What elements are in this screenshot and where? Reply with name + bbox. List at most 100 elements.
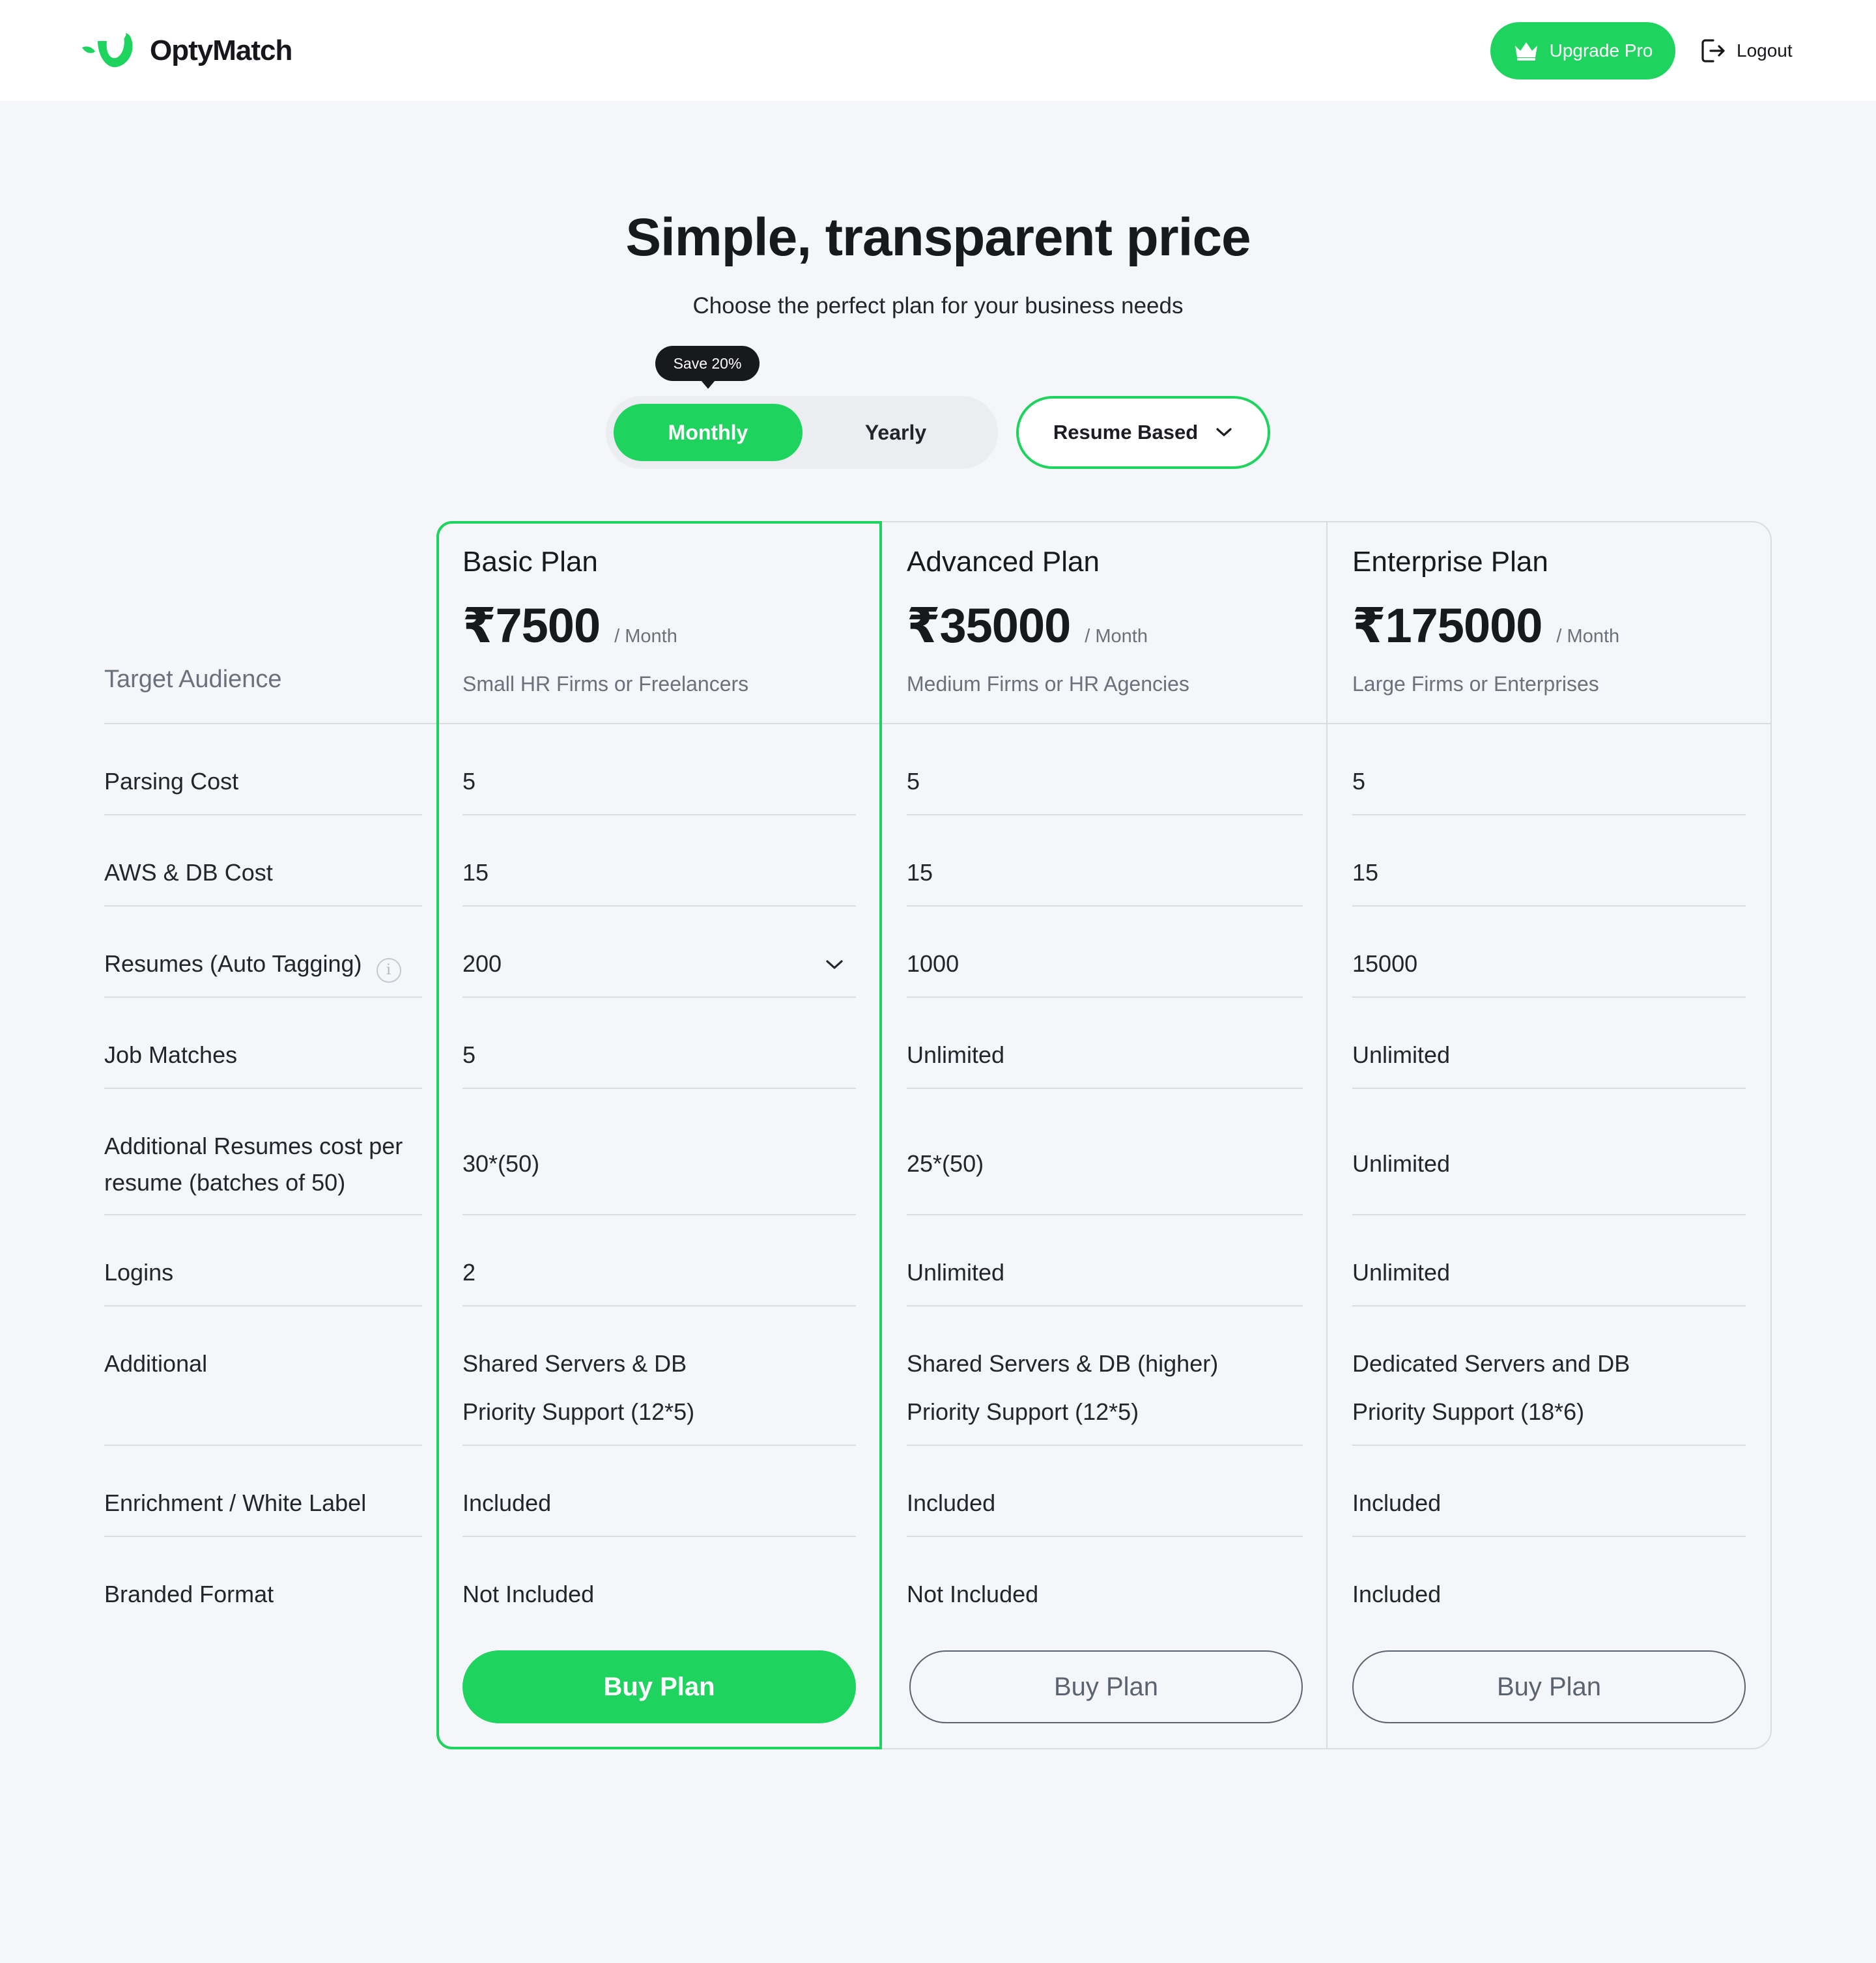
advanced-logins: Unlimited [907,1259,1005,1286]
row-label-enrichment-white-label: Enrichment / White Label [104,1490,367,1516]
row-divider [462,996,856,998]
enterprise-enrichment: Included [1352,1490,1442,1516]
advanced-additional-support: Priority Support (12*5) [907,1398,1139,1425]
plan-period: / Month [1085,626,1148,647]
billing-monthly-option[interactable]: Monthly [614,404,803,461]
row-label-aws-db-cost: AWS & DB Cost [104,859,273,886]
plan-type-dropdown[interactable]: Resume Based [1016,396,1270,469]
upgrade-pro-label: Upgrade Pro [1549,40,1653,61]
row-label-additional-resumes-cost: Additional Resumes cost per resume (batc… [104,1133,403,1196]
row-label-logins: Logins [104,1259,174,1286]
plan-audience: Small HR Firms or Freelancers [462,672,749,696]
row-divider [104,1445,422,1446]
row-divider [462,1305,856,1306]
row-divider [1352,996,1746,998]
row-divider [104,1088,422,1089]
column-divider [881,521,882,1749]
billing-period-toggle: Monthly Yearly [606,396,998,469]
row-divider [1352,1445,1746,1446]
enterprise-aws-db-cost: 15 [1352,859,1379,886]
logout-button[interactable]: Logout [1699,33,1793,69]
buy-enterprise-plan-button[interactable]: Buy Plan [1352,1650,1746,1723]
row-divider [1352,1214,1746,1215]
page-subtitle: Choose the perfect plan for your busines… [692,293,1184,318]
row-divider [1352,905,1746,907]
row-divider [1352,1536,1746,1537]
table-header-divider [104,723,1772,724]
enterprise-logins: Unlimited [1352,1259,1451,1286]
logout-icon [1701,39,1725,63]
advanced-additional-servers: Shared Servers & DB (higher) [907,1350,1219,1377]
info-icon[interactable]: i [376,958,401,983]
advanced-branded-format: Not Included [907,1581,1039,1607]
crown-icon [1514,42,1537,61]
chevron-down-icon [1216,428,1232,436]
enterprise-parsing-cost: 5 [1352,768,1366,795]
row-divider [104,1305,422,1306]
plan-period: / Month [614,626,677,647]
plan-audience: Large Firms or Enterprises [1352,672,1599,696]
basic-logins: 2 [462,1259,476,1286]
basic-resumes-select[interactable]: 200 [462,946,502,982]
row-divider [907,1536,1303,1537]
row-divider [104,814,422,815]
billing-yearly-option[interactable]: Yearly [801,404,990,461]
plan-header-basic: Basic Plan ₹7500 / Month Small HR Firms … [462,546,748,696]
brand-logo[interactable]: OptyMatch [78,26,292,76]
row-divider [462,814,856,815]
basic-branded-format: Not Included [462,1581,595,1607]
row-divider [462,1088,856,1089]
row-divider [104,905,422,907]
row-divider [104,1536,422,1537]
upgrade-pro-button[interactable]: Upgrade Pro [1490,22,1675,79]
basic-job-matches: 5 [462,1041,476,1068]
row-divider [462,1445,856,1446]
row-divider [1352,1088,1746,1089]
row-divider [907,814,1303,815]
plan-type-label: Resume Based [1053,421,1199,444]
plan-header-enterprise: Enterprise Plan ₹175000 / Month Large Fi… [1352,546,1619,696]
plan-name: Advanced Plan [907,546,1100,578]
row-divider [104,996,422,998]
plan-name: Basic Plan [462,546,598,578]
row-label-parsing-cost: Parsing Cost [104,768,239,795]
enterprise-branded-format: Included [1352,1581,1442,1607]
chevron-down-icon[interactable] [825,958,844,971]
basic-additional-support: Priority Support (12*5) [462,1398,695,1425]
column-divider [1326,521,1328,1749]
plan-price: ₹175000 [1352,599,1542,653]
row-divider [1352,814,1746,815]
row-divider [907,1214,1303,1215]
brand-name: OptyMatch [150,35,292,66]
row-divider [462,905,856,907]
basic-parsing-cost: 5 [462,768,476,795]
buy-basic-plan-button[interactable]: Buy Plan [462,1650,856,1723]
target-audience-label: Target Audience [104,666,282,693]
top-navbar: OptyMatch Upgrade Pro Logout [0,0,1876,101]
row-divider [462,1214,856,1215]
basic-additional-servers: Shared Servers & DB [462,1350,687,1377]
plan-price: ₹7500 [462,599,601,653]
row-divider [462,1536,856,1537]
save-badge: Save 20% [655,346,760,389]
basic-additional-resumes-cost: 30*(50) [462,1150,540,1177]
enterprise-job-matches: Unlimited [1352,1041,1451,1068]
row-label-additional: Additional [104,1350,208,1377]
plan-period: / Month [1556,626,1620,647]
page-title: Simple, transparent price [625,208,1251,267]
plan-header-advanced: Advanced Plan ₹35000 / Month Medium Firm… [907,546,1189,696]
enterprise-additional-resumes-cost: Unlimited [1352,1150,1451,1177]
row-divider [907,1445,1303,1446]
row-label-resumes-auto-tagging: Resumes (Auto Tagging) i [104,946,401,983]
logout-label: Logout [1737,40,1793,61]
row-divider [907,996,1303,998]
row-divider [104,1214,422,1215]
row-divider [1352,1305,1746,1306]
row-divider [907,1305,1303,1306]
row-divider [907,1088,1303,1089]
row-label-text: Resumes (Auto Tagging) [104,950,362,977]
enterprise-additional-support: Priority Support (18*6) [1352,1398,1585,1425]
advanced-additional-resumes-cost: 25*(50) [907,1150,984,1177]
advanced-aws-db-cost: 15 [907,859,933,886]
buy-advanced-plan-button[interactable]: Buy Plan [909,1650,1303,1723]
